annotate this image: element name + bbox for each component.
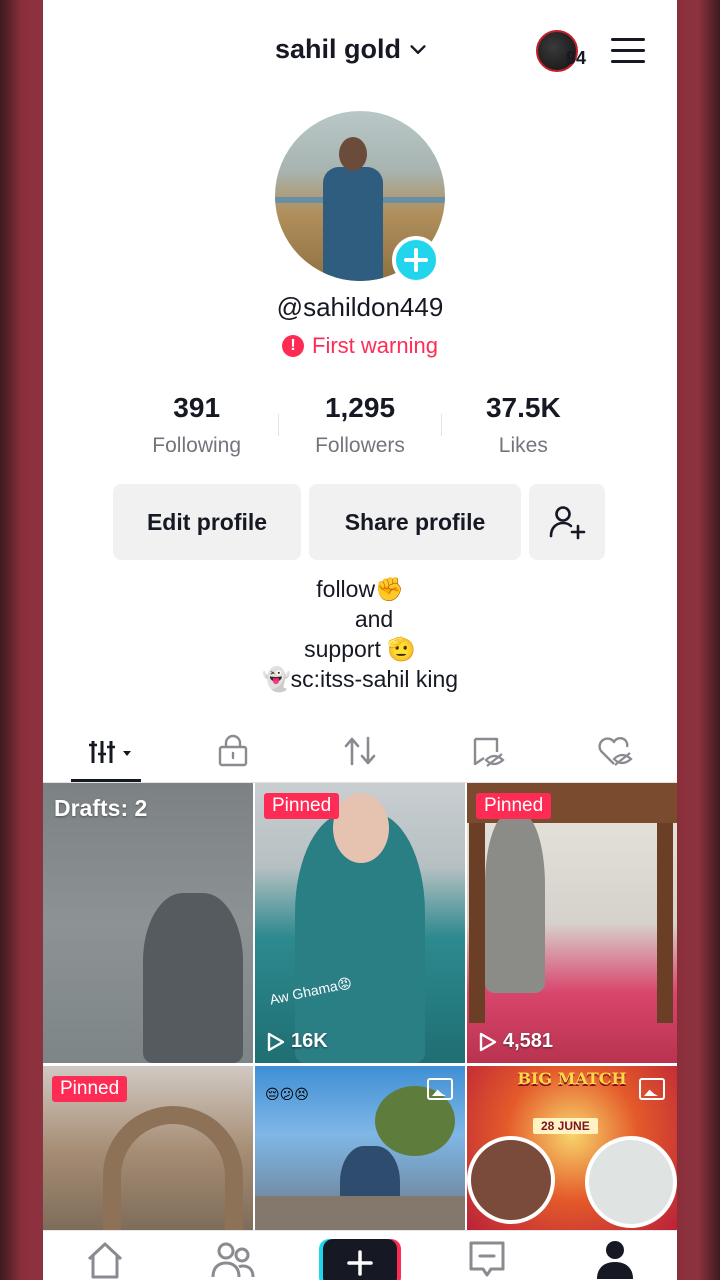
hamburger-menu-icon[interactable] (611, 38, 645, 64)
warning-link[interactable]: ! First warning (43, 333, 677, 359)
likes-count: 37.5K (485, 392, 561, 423)
lock-icon (218, 734, 248, 767)
coin-count: 94 (566, 48, 587, 68)
likes-label: Likes (498, 434, 548, 457)
drafts-tile[interactable]: Drafts: 2 (43, 783, 253, 1063)
bio-line: follow✊ (316, 576, 404, 602)
videos-grid-icon (89, 741, 131, 763)
following-count: 391 (173, 392, 221, 423)
tab-reposts[interactable] (330, 726, 390, 776)
nav-profile[interactable] (585, 1239, 645, 1280)
add-photo-button[interactable] (392, 236, 440, 284)
repost-icon (344, 736, 376, 766)
liked-hidden-icon (598, 736, 633, 766)
bio-line: 👻sc:itss-sahil king (261, 666, 459, 692)
play-icon (267, 1032, 285, 1051)
stat-followers[interactable]: 1,295 Followers (278, 392, 441, 464)
chevron-down-icon (410, 44, 426, 54)
coin-badge[interactable]: 94 (536, 30, 596, 74)
tab-videos[interactable] (79, 726, 143, 776)
nav-friends[interactable] (203, 1239, 263, 1280)
pinned-badge: Pinned (264, 793, 340, 819)
view-count: 4,581 (479, 1030, 553, 1053)
username-title: sahil gold (275, 34, 402, 64)
stat-divider (278, 414, 279, 436)
inbox-icon (469, 1241, 505, 1277)
plus-icon (404, 248, 428, 272)
share-profile-button[interactable]: Share profile (309, 484, 521, 560)
nav-home[interactable] (75, 1239, 135, 1280)
hidden-bookmark-icon (473, 737, 505, 767)
video-tile[interactable]: Pinned Aw Ghama😡 16K (255, 783, 465, 1063)
plus-icon (347, 1250, 373, 1276)
bio-line: support 🫡 (304, 636, 416, 662)
video-tile[interactable]: Pinned 4,581 (467, 783, 677, 1063)
pinned-badge: Pinned (476, 793, 552, 819)
friends-icon (211, 1242, 255, 1278)
view-count-text: 16K (291, 1030, 328, 1052)
view-count: 16K (267, 1030, 328, 1053)
play-icon (479, 1032, 497, 1051)
bio-line: and (354, 606, 394, 632)
stat-divider (441, 414, 442, 436)
profile-bio: follow✊ and support 🫡 👻sc:itss-sahil kin… (43, 574, 677, 694)
top-bar: sahil gold 94 (43, 0, 677, 100)
photo-icon (639, 1078, 665, 1100)
drafts-label: Drafts: 2 (54, 795, 148, 821)
stat-following[interactable]: 391 Following (115, 392, 278, 464)
profile-icon (597, 1241, 633, 1279)
warning-text: First warning (312, 333, 438, 358)
profile-stats: 391 Following 1,295 Followers 37.5K Like… (115, 392, 605, 464)
stat-likes[interactable]: 37.5K Likes (442, 392, 605, 464)
following-label: Following (152, 434, 242, 457)
content-tabs (43, 722, 677, 783)
view-count-text: 4,581 (503, 1030, 554, 1052)
nav-inbox[interactable] (457, 1239, 517, 1280)
video-tile[interactable]: Pinned (43, 1066, 253, 1236)
emoji-caption: 😔😕😣 (265, 1086, 309, 1102)
followers-count: 1,295 (324, 392, 396, 423)
add-user-icon (549, 506, 586, 540)
create-button[interactable] (323, 1239, 397, 1280)
profile-handle: @sahildon449 (276, 292, 444, 322)
tab-private[interactable] (203, 726, 263, 776)
photo-tile[interactable]: 😔😕😣 (255, 1066, 465, 1236)
tab-liked[interactable] (585, 726, 645, 776)
match-date: 28 JUNE (533, 1118, 598, 1134)
profile-screen: sahil gold 94 @sahildon449 ! First warni… (43, 0, 677, 1280)
home-icon (87, 1242, 123, 1279)
photo-tile[interactable]: BIG MATCH 28 JUNE (467, 1066, 677, 1236)
photo-icon (427, 1078, 453, 1100)
add-friend-button[interactable] (529, 484, 605, 560)
account-switcher[interactable]: sahil gold (275, 34, 429, 65)
bottom-nav (43, 1230, 677, 1280)
tab-favorites[interactable] (458, 726, 518, 776)
edit-profile-button[interactable]: Edit profile (113, 484, 301, 560)
pinned-badge: Pinned (52, 1076, 128, 1102)
followers-label: Followers (315, 434, 405, 457)
alert-icon: ! (282, 335, 305, 357)
